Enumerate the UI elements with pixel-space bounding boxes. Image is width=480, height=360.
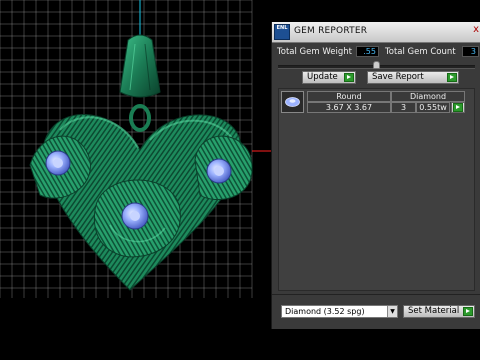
save-report-button-label: Save Report <box>372 72 424 82</box>
total-gem-weight-value: .55 <box>356 46 379 57</box>
update-button-label: Update <box>307 72 338 82</box>
gem-reporter-panel: ENL GEM REPORTER x Total Gem Weight .55 … <box>271 22 480 329</box>
gem-left <box>45 150 71 176</box>
total-gem-count-value: 3 <box>462 46 479 57</box>
table-cell-size: 3.67 X 3.67 <box>307 102 391 113</box>
play-triangle-icon <box>453 103 463 112</box>
round-gem-icon[interactable] <box>281 91 304 113</box>
play-triangle-icon <box>463 307 473 316</box>
total-gem-weight-label: Total Gem Weight <box>277 47 352 57</box>
pendant-bail <box>119 34 161 132</box>
table-cell-count: 3 <box>391 102 416 113</box>
gem-center <box>121 202 149 230</box>
table-header-shape: Round <box>307 91 391 102</box>
total-gem-count-label: Total Gem Count <box>385 47 456 57</box>
gem-table: Round Diamond 3.67 X 3.67 3 0.55tw <box>278 88 475 291</box>
gem-reporter-logo-icon: ENL <box>274 24 290 40</box>
material-select[interactable]: Diamond (3.52 spg) ▼ <box>281 305 398 318</box>
set-material-button-label: Set Material <box>408 306 460 316</box>
heart-pendant-model <box>29 114 253 291</box>
row-detail-button[interactable] <box>451 102 465 113</box>
gem-right <box>206 158 232 184</box>
save-report-button[interactable]: Save Report <box>367 71 459 84</box>
close-icon[interactable]: x <box>473 24 479 35</box>
panel-titlebar[interactable]: ENL GEM REPORTER x <box>272 22 480 43</box>
table-cell-weight: 0.55tw <box>416 102 450 113</box>
material-select-value: Diamond (3.52 spg) <box>285 307 365 316</box>
play-triangle-icon <box>344 73 354 82</box>
update-button[interactable]: Update <box>302 71 356 84</box>
panel-title: GEM REPORTER <box>294 26 368 36</box>
set-material-button[interactable]: Set Material <box>403 305 475 318</box>
dropdown-arrow-icon[interactable]: ▼ <box>387 306 397 317</box>
play-triangle-icon <box>447 73 457 82</box>
slider-thumb[interactable] <box>373 61 380 69</box>
panel-separator <box>272 294 480 295</box>
table-header-material: Diamond <box>391 91 465 102</box>
